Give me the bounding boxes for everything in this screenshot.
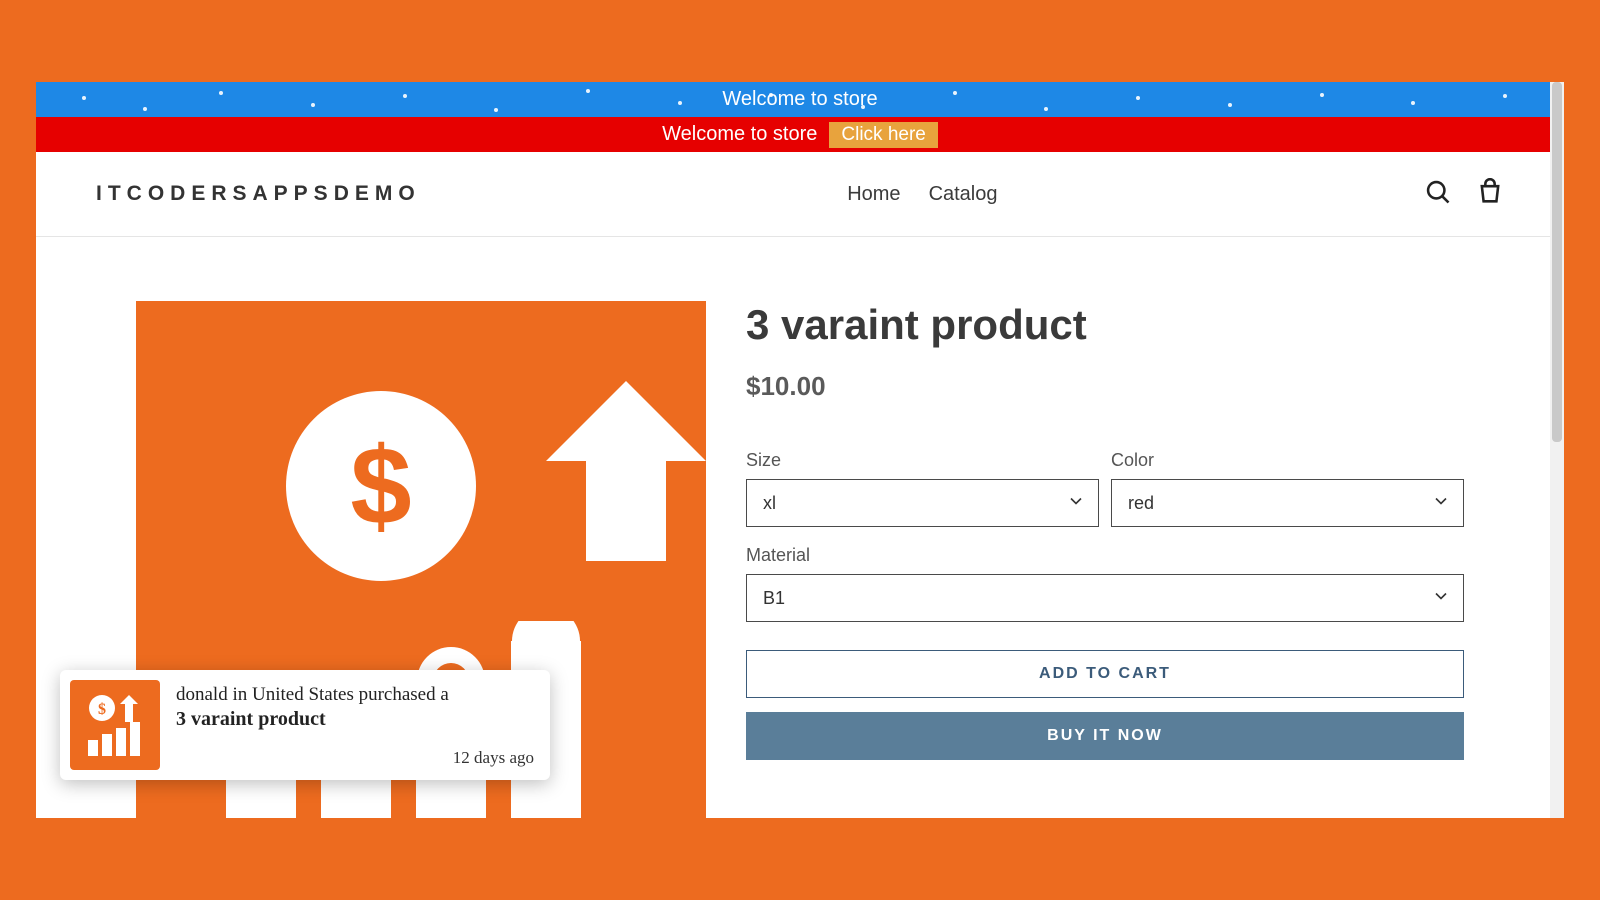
buy-now-button[interactable]: BUY IT NOW (746, 712, 1464, 760)
notification-message: donald in United States purchased a (176, 680, 534, 706)
variant-color-label: Color (1111, 450, 1464, 471)
product-info: 3 varaint product $10.00 Size xl Color r… (746, 301, 1464, 818)
chevron-down-icon (1068, 493, 1084, 514)
variant-color-select[interactable]: red (1111, 479, 1464, 527)
main-nav: Home Catalog (421, 183, 1424, 206)
variant-material: Material B1 (746, 545, 1464, 622)
notification-product: 3 varaint product (176, 708, 534, 731)
announcement-banner-red: Welcome to store Click here (36, 117, 1564, 152)
variant-size: Size xl (746, 450, 1099, 527)
product-title: 3 varaint product (746, 301, 1464, 349)
variant-size-label: Size (746, 450, 1099, 471)
search-icon[interactable] (1424, 178, 1452, 211)
nav-catalog[interactable]: Catalog (929, 183, 998, 206)
variant-material-select[interactable]: B1 (746, 574, 1464, 622)
notification-body: donald in United States purchased a 3 va… (176, 680, 534, 770)
notification-thumbnail: $ (70, 680, 160, 770)
scrollbar-thumb[interactable] (1552, 82, 1562, 442)
cart-icon[interactable] (1476, 178, 1504, 211)
notification-time: 12 days ago (176, 748, 534, 770)
variant-size-select[interactable]: xl (746, 479, 1099, 527)
variant-size-value: xl (763, 493, 776, 514)
sales-notification-popup[interactable]: $ donald in United States purchased a 3 … (60, 670, 550, 780)
nav-home[interactable]: Home (847, 183, 900, 206)
chevron-down-icon (1433, 588, 1449, 609)
header-actions (1424, 178, 1504, 211)
scrollbar[interactable] (1550, 82, 1564, 818)
variant-material-value: B1 (763, 588, 785, 609)
variant-color: Color red (1111, 450, 1464, 527)
banner-red-text: Welcome to store (662, 123, 817, 146)
add-to-cart-button[interactable]: ADD TO CART (746, 650, 1464, 698)
svg-text:$: $ (98, 701, 106, 718)
chevron-down-icon (1433, 493, 1449, 514)
banner-cta-button[interactable]: Click here (829, 122, 937, 148)
product-price: $10.00 (746, 371, 1464, 402)
site-header: ITCODERSAPPSDEMO Home Catalog (36, 152, 1564, 237)
site-logo[interactable]: ITCODERSAPPSDEMO (96, 182, 421, 206)
variant-color-value: red (1128, 493, 1154, 514)
variant-material-label: Material (746, 545, 1464, 566)
dollar-icon: $ (286, 391, 476, 581)
banner-blue-text: Welcome to store (722, 88, 877, 111)
announcement-banner-blue: Welcome to store (36, 82, 1564, 117)
